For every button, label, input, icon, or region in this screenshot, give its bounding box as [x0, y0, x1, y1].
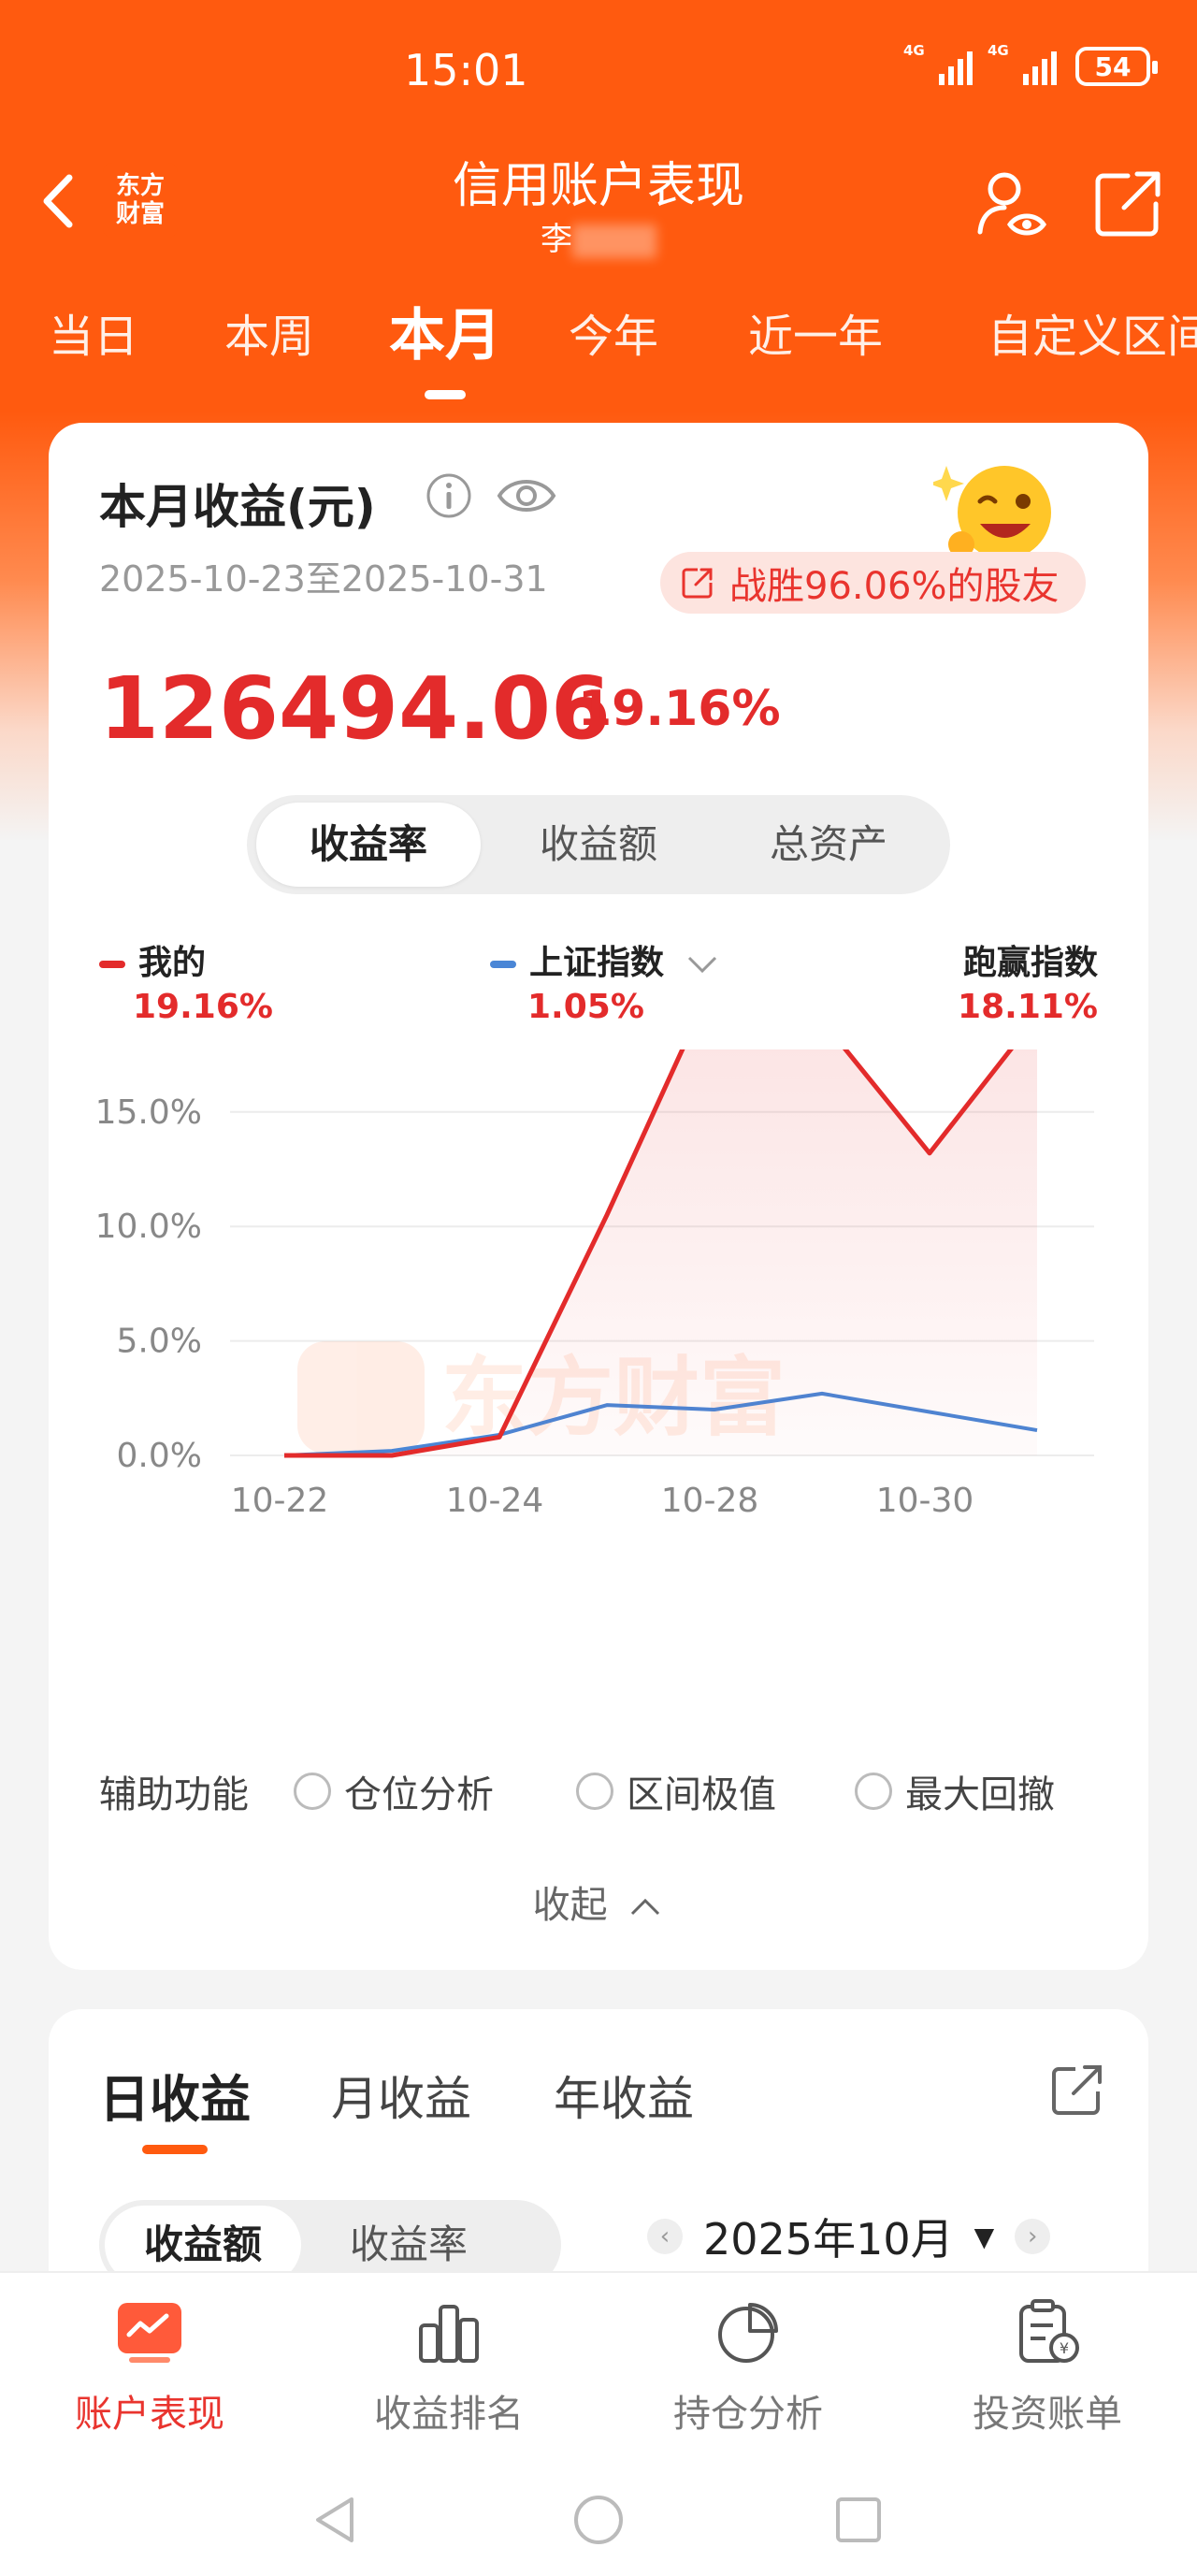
tab-yearly-earnings[interactable]: 年收益: [554, 2062, 694, 2129]
earnings-rate: 19.16%: [578, 681, 781, 737]
status-icons: 4G 4G 54: [903, 42, 1158, 86]
share-icon: [682, 568, 713, 599]
x-tick-label: 10-28: [661, 1482, 759, 1520]
radio-icon: [576, 1773, 613, 1810]
legend-beat-value: 18.11%: [958, 988, 1098, 1026]
returns-line-chart: 东方财富 25.0%20.0%15.0%10.0%5.0%0.0% 10-221…: [95, 1049, 1094, 1520]
selected-month: 2025年10月: [703, 2214, 954, 2265]
y-tick-label: 10.0%: [95, 1208, 202, 1246]
caret-down-icon: ▼: [973, 2221, 995, 2252]
tab-year[interactable]: 今年: [569, 299, 658, 365]
metric-tab-assets[interactable]: 总资产: [716, 803, 941, 887]
legend-index-value: 1.05%: [527, 988, 644, 1026]
aux-range-extremes[interactable]: 区间极值: [576, 1764, 776, 1818]
wink-emoji-icon: [933, 466, 1051, 559]
aux-max-drawdown[interactable]: 最大回撤: [855, 1764, 1055, 1818]
metric-tab-rate[interactable]: 收益率: [256, 803, 481, 887]
legend-index[interactable]: 上证指数: [490, 935, 721, 984]
chart-card-icon: [118, 2303, 181, 2363]
x-tick-label: 10-24: [446, 1482, 544, 1520]
signal-icon: 4G: [988, 42, 1057, 85]
aux-position-analysis[interactable]: 仓位分析: [294, 1764, 494, 1818]
share-icon[interactable]: [1090, 166, 1165, 241]
svg-text:¥: ¥: [1060, 2339, 1069, 2357]
tab-month[interactable]: 本月: [389, 290, 501, 371]
bill-icon: ¥: [1019, 2299, 1079, 2363]
system-recents-icon[interactable]: [830, 2492, 887, 2548]
chevron-up-icon: [631, 1898, 660, 1916]
beat-peers-badge[interactable]: 战胜96.06%的股友: [660, 552, 1086, 614]
legend-mine-value: 19.16%: [133, 988, 273, 1026]
tab-daily-earnings[interactable]: 日收益: [99, 2058, 251, 2132]
month-picker[interactable]: ‹ 2025年10月 ▼ ›: [647, 2206, 1051, 2267]
user-eye-icon[interactable]: [973, 166, 1047, 241]
x-tick-label: 10-22: [231, 1482, 329, 1520]
battery-icon: 54: [1075, 47, 1158, 86]
legend-beat-index: 跑赢指数: [962, 944, 1098, 982]
tab-monthly-earnings[interactable]: 月收益: [331, 2062, 471, 2129]
tab-last-year[interactable]: 近一年: [748, 299, 883, 365]
y-tick-label: 15.0%: [95, 1093, 202, 1132]
nav-holdings-analysis[interactable]: 持仓分析: [598, 2297, 898, 2438]
watermark-logo-icon: [297, 1341, 425, 1454]
card-title: 本月收益(元): [99, 480, 376, 534]
info-icon[interactable]: [425, 471, 473, 520]
chevron-down-icon: [687, 956, 716, 974]
date-range: 2025-10-23至2025-10-31: [99, 558, 548, 600]
signal-icon: 4G: [903, 42, 973, 85]
monthly-performance-card: 本月收益(元) 2025-10-23至2025-10-31 战胜96.06%的股…: [49, 423, 1148, 1970]
period-tabs: 当日 本周 本月 今年 近一年 自定义区间: [0, 299, 1197, 384]
nav-earnings-ranking[interactable]: 收益排名: [299, 2297, 598, 2438]
prev-month-icon[interactable]: ‹: [647, 2219, 683, 2254]
y-tick-label: 5.0%: [117, 1323, 202, 1361]
tab-today[interactable]: 当日: [49, 299, 138, 365]
nav-account-performance[interactable]: 账户表现: [0, 2297, 299, 2438]
metric-tab-amount[interactable]: 收益额: [486, 803, 711, 887]
radio-icon: [855, 1773, 892, 1810]
metric-segment: 收益率 收益额 总资产: [247, 795, 950, 894]
bar-ranking-icon: [419, 2305, 479, 2363]
bottom-nav: 账户表现 收益排名 持仓分析 ¥ 投资账单: [0, 2271, 1197, 2458]
visibility-eye-icon[interactable]: [496, 471, 557, 520]
next-month-icon[interactable]: ›: [1015, 2219, 1051, 2254]
tab-custom-range[interactable]: 自定义区间: [988, 299, 1197, 365]
collapse-button[interactable]: 收起: [49, 1874, 1148, 1929]
aux-functions-label: 辅助功能: [99, 1773, 249, 1816]
nav-investment-bill[interactable]: ¥ 投资账单: [898, 2297, 1197, 2438]
system-nav-bar: [0, 2458, 1197, 2576]
legend-mine: 我的: [99, 935, 206, 984]
status-time: 15:01: [404, 45, 528, 95]
share-icon[interactable]: [1047, 2062, 1105, 2120]
tab-week[interactable]: 本周: [224, 299, 314, 365]
pie-chart-icon: [718, 2303, 778, 2363]
system-back-icon[interactable]: [309, 2492, 365, 2548]
account-owner: 李: [541, 213, 656, 259]
y-tick-label: 0.0%: [117, 1437, 202, 1475]
radio-icon: [294, 1773, 331, 1810]
x-tick-label: 10-30: [876, 1482, 974, 1520]
total-earnings: 126494.06: [99, 658, 612, 759]
system-home-icon[interactable]: [570, 2492, 627, 2548]
